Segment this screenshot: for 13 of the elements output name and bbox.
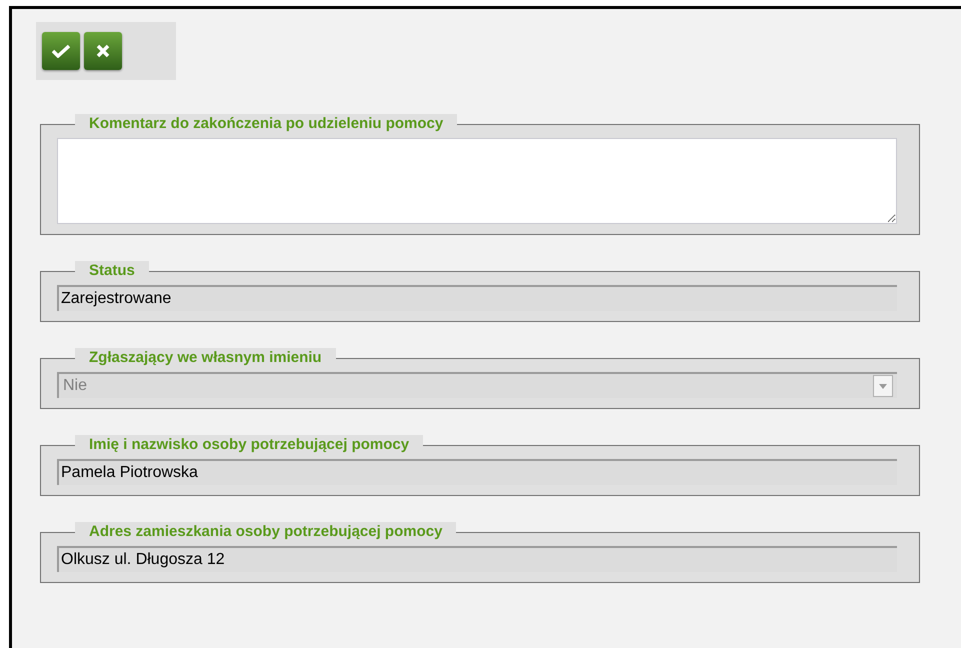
comment-field[interactable]: [57, 138, 897, 224]
text-field[interactable]: Pamela Piotrowska: [57, 459, 897, 485]
close-icon: [96, 44, 110, 58]
confirm-button[interactable]: [42, 32, 80, 70]
field-label: Komentarz do zakończenia po udzieleniu pomocy: [75, 114, 458, 134]
field-label: Zgłaszający we własnym imieniu: [75, 348, 336, 368]
cancel-button[interactable]: [84, 32, 122, 70]
text-field[interactable]: Zarejestrowane: [57, 285, 897, 311]
caret-icon: [879, 384, 887, 388]
field-label: Adres zamieszkania osoby potrzebującej pomocy: [75, 522, 456, 542]
field-label: Imię i nazwisko osoby potrzebującej pomocy: [75, 435, 424, 455]
check-icon: [52, 44, 70, 58]
text-field[interactable]: Olkusz ul. Długosza 12: [57, 546, 897, 572]
